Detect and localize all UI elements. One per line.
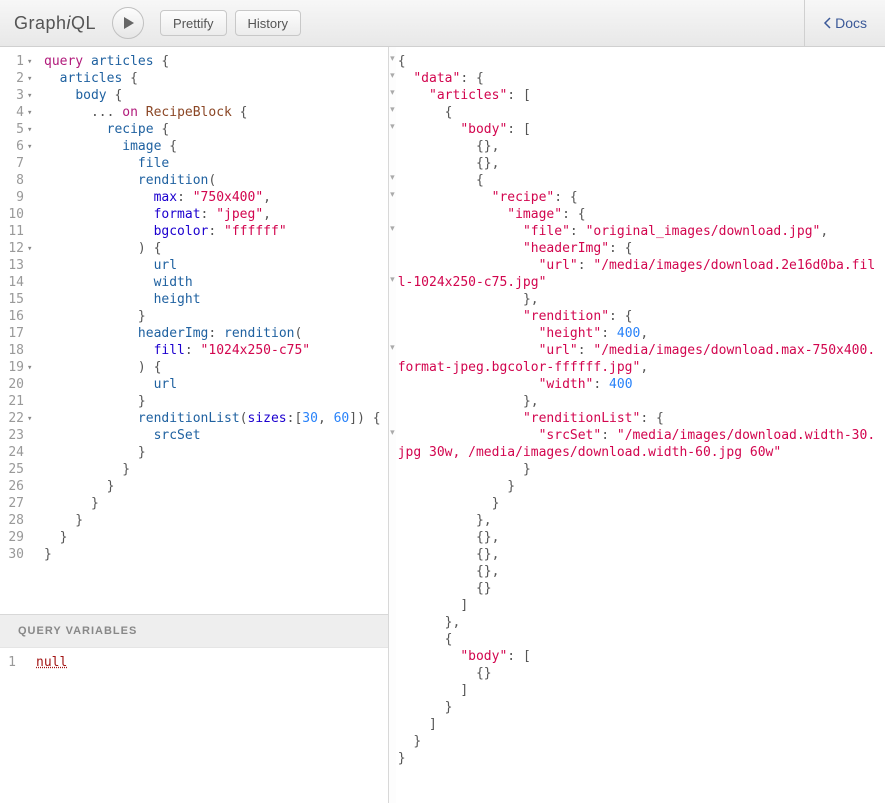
logo-text: Graph — [14, 13, 67, 33]
query-gutter: 1▾2▾3▾4▾5▾6▾789101112▾13141516171819▾202… — [0, 47, 38, 614]
play-icon — [123, 16, 135, 30]
variables-gutter: 1 — [0, 648, 30, 803]
left-pane: 1▾2▾3▾4▾5▾6▾789101112▾13141516171819▾202… — [0, 47, 389, 803]
logo: GraphiQL — [14, 13, 96, 34]
variables-code[interactable]: null — [30, 648, 388, 803]
variables-editor[interactable]: 1 null — [0, 648, 388, 803]
docs-button[interactable]: Docs — [804, 0, 885, 46]
logo-text-post: QL — [71, 13, 96, 33]
prettify-button[interactable]: Prettify — [160, 10, 226, 36]
main: 1▾2▾3▾4▾5▾6▾789101112▾13141516171819▾202… — [0, 47, 885, 803]
query-editor[interactable]: 1▾2▾3▾4▾5▾6▾789101112▾13141516171819▾202… — [0, 47, 388, 614]
toolbar: GraphiQL Prettify History Docs — [0, 0, 885, 47]
chevron-left-icon — [823, 17, 831, 29]
result-code[interactable]: { "data": { "articles": [ { "body": [ {}… — [396, 47, 885, 803]
execute-button[interactable] — [112, 7, 144, 39]
variables-header[interactable]: QUERY VARIABLES — [0, 614, 388, 648]
result-gutter: ▾▾▾▾▾▾▾▾▾▾▾ — [389, 47, 396, 803]
query-code[interactable]: query articles { articles { body { ... o… — [38, 47, 388, 614]
history-button[interactable]: History — [235, 10, 301, 36]
docs-label: Docs — [835, 15, 867, 31]
result-pane: ▾▾▾▾▾▾▾▾▾▾▾ { "data": { "articles": [ { … — [389, 47, 885, 803]
